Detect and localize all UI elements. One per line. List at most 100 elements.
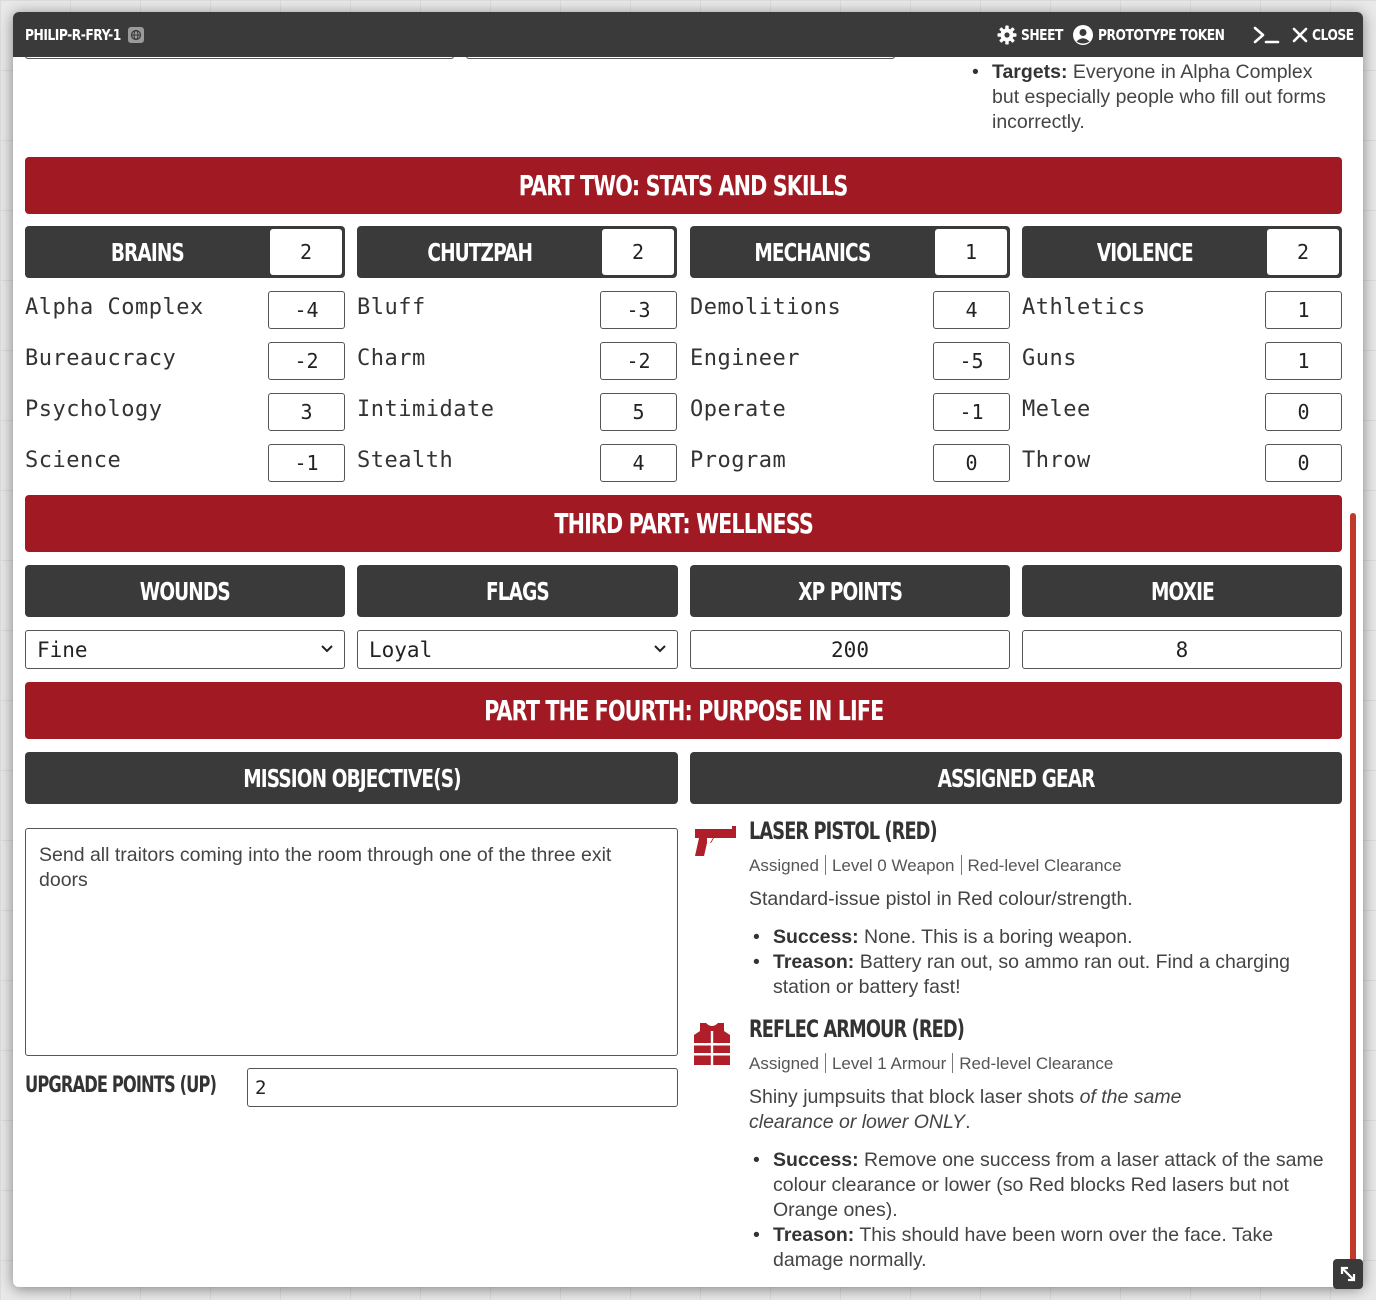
gear-status: Assigned [749,1054,819,1073]
assigned-gear-label: ASSIGNED GEAR [937,763,1096,793]
skill-value-input[interactable]: -2 [600,342,677,380]
wounds-value: Fine [37,637,88,662]
stat-value-input[interactable]: 1 [935,229,1007,275]
chevron-down-icon [654,645,666,653]
skill-name[interactable]: Melee [1022,397,1091,422]
skill-name[interactable]: Psychology [25,397,162,422]
moxie-label: MOXIE [1150,576,1215,606]
gear-meta: Assigned Level 0 Weapon Red-level Clearanc… [749,855,1122,876]
skill-name[interactable]: Athletics [1022,295,1146,320]
gear-level: Level 1 Armour [831,1054,947,1073]
xp-points-label: XP POINTS [798,576,903,606]
skill-value-input[interactable]: -1 [268,444,345,482]
sheet-button[interactable]: SHEET [997,25,1063,45]
desc-plain: Shiny jumpsuits that block laser shots [749,1086,1080,1108]
mission-objectives-label: MISSION OBJECTIVE(S) [242,763,461,793]
skill-value-input[interactable]: 4 [933,291,1010,329]
xp-points-header: XP POINTS [690,565,1010,617]
upgrade-points-input[interactable]: 2 [247,1068,678,1107]
gear-title-text: LASER PISTOL (RED) [749,817,938,845]
desc-end: . [965,1111,971,1133]
section-wellness: THIRD PART: WELLNESS [25,495,1342,552]
stat-value-input[interactable]: 2 [270,229,342,275]
skill-name[interactable]: Operate [690,397,786,422]
flags-select[interactable]: Loyal [357,630,678,669]
skill-value-input[interactable]: 0 [1265,393,1342,431]
upgrade-points-label: UPGRADE POINTS (UP) [25,1073,283,1098]
stat-name[interactable]: MECHANICS [690,226,935,278]
skill-row: Throw 0 [1022,444,1342,482]
skill-row: Operate -1 [690,393,1010,431]
skill-row: Psychology 3 [25,393,345,431]
prototype-token-button[interactable]: PROTOTYPE TOKEN [1072,24,1240,46]
stat-name[interactable]: BRAINS [25,226,270,278]
skill-name[interactable]: Stealth [357,448,453,473]
skill-name[interactable]: Throw [1022,448,1091,473]
gear-icon [997,25,1017,44]
window-titlebar[interactable]: PHILIP-R-FRY-1 SHEET PROTOTYPE TOKEN CLO… [13,12,1363,57]
stat-header-violence: VIOLENCE 2 [1022,226,1342,278]
skill-row: Charm -2 [357,342,677,380]
armour-vest-icon [694,1023,730,1065]
skill-row: Bluff -3 [357,291,677,329]
stat-name-text: VIOLENCE [1096,237,1194,267]
moxie-input[interactable]: 8 [1022,630,1342,669]
success-label: Success: [773,1149,859,1171]
skill-value-input[interactable]: 1 [1265,342,1342,380]
close-button[interactable]: CLOSE [1292,25,1354,44]
mission-objectives-textarea[interactable]: Send all traitors coming into the room t… [25,828,678,1056]
skill-row: Intimidate 5 [357,393,677,431]
terminal-icon [1253,26,1280,43]
skill-value-input[interactable]: -1 [933,393,1010,431]
close-label: CLOSE [1312,25,1354,44]
stat-name[interactable]: VIOLENCE [1022,226,1267,278]
skill-row: Melee 0 [1022,393,1342,431]
skill-name[interactable]: Demolitions [690,295,841,320]
skill-value-input[interactable]: 0 [933,444,1010,482]
gear-treason: Treason: Battery ran out, so ammo ran ou… [749,950,1347,1000]
skill-name[interactable]: Bluff [357,295,426,320]
skill-value-input[interactable]: 5 [600,393,677,431]
partial-input-left[interactable] [25,57,454,59]
skill-value-input[interactable]: 3 [268,393,345,431]
wounds-select[interactable]: Fine [25,630,345,669]
skill-value-input[interactable]: -4 [268,291,345,329]
upgrade-points-label-text: UPGRADE POINTS (UP) [25,1073,217,1098]
gear-title[interactable]: REFLEC ARMOUR (RED) [749,1015,1040,1043]
xp-points-input[interactable]: 200 [690,630,1010,669]
skill-name[interactable]: Intimidate [357,397,494,422]
scrollbar-thumb[interactable] [1350,513,1356,1287]
gear-item-laser-pistol: LASER PISTOL (RED) Assigned Level 0 Weapo… [692,817,1347,1007]
gear-success: Success: Remove one success from a laser… [749,1148,1347,1223]
treason-label: Treason: [773,1224,855,1246]
skill-name[interactable]: Science [25,448,121,473]
gear-treason: Treason: This should have been worn over… [749,1223,1347,1273]
stat-value-input[interactable]: 2 [1267,229,1339,275]
gear-title[interactable]: LASER PISTOL (RED) [749,817,1003,845]
terminal-button[interactable] [1252,25,1280,45]
partial-input-right[interactable] [466,57,895,59]
skill-value-input[interactable]: 1 [1265,291,1342,329]
skill-name[interactable]: Bureaucracy [25,346,176,371]
skill-name[interactable]: Alpha Complex [25,295,204,320]
targets-label: Targets: [992,61,1068,83]
skill-value-input[interactable]: -5 [933,342,1010,380]
resize-handle[interactable] [1333,1259,1363,1289]
globe-icon[interactable] [127,26,144,43]
skill-name[interactable]: Program [690,448,786,473]
sheet-content[interactable]: Targets: Everyone in Alpha Complex but e… [13,57,1363,1287]
gear-effects-list: Success: None. This is a boring weapon. … [749,925,1347,1000]
skill-row: Athletics 1 [1022,291,1342,329]
skill-name[interactable]: Charm [357,346,426,371]
targets-item: Targets: Everyone in Alpha Complex but e… [968,60,1328,135]
skill-value-input[interactable]: -2 [268,342,345,380]
skill-name[interactable]: Guns [1022,346,1077,371]
skill-value-input[interactable]: 4 [600,444,677,482]
stat-name-text: MECHANICS [754,237,871,267]
stat-value-input[interactable]: 2 [602,229,674,275]
skill-value-input[interactable]: -3 [600,291,677,329]
stat-name[interactable]: CHUTZPAH [357,226,602,278]
skill-value-input[interactable]: 0 [1265,444,1342,482]
gear-meta: Assigned Level 1 Armour Red-level Clearanc… [749,1053,1113,1074]
skill-name[interactable]: Engineer [690,346,800,371]
